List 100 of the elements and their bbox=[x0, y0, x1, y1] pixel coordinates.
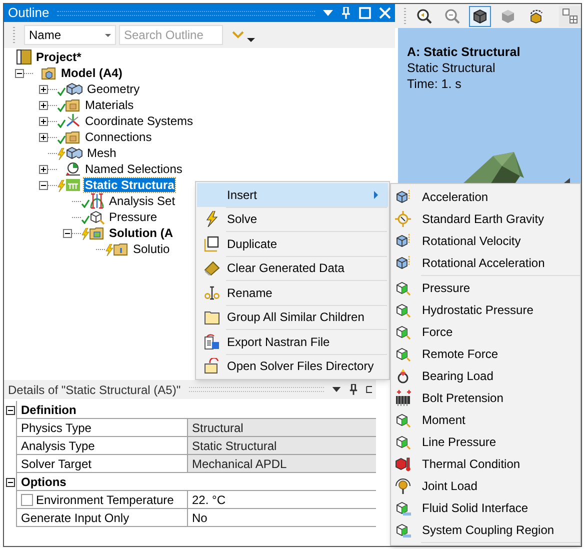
menu-item[interactable]: Group All Similar Children bbox=[197, 306, 388, 329]
selection-icon bbox=[65, 161, 81, 177]
property-label: Generate Input Only bbox=[16, 509, 188, 527]
expand-toggle[interactable] bbox=[39, 116, 48, 126]
tree-item[interactable]: Model (A4) bbox=[60, 66, 124, 80]
rotate-icon bbox=[528, 8, 544, 24]
caret-icon bbox=[105, 34, 111, 36]
cube-icon bbox=[65, 145, 83, 161]
menu-item[interactable]: Thermal Condition bbox=[391, 453, 580, 475]
zoom-in-icon bbox=[416, 8, 432, 24]
cube-icon bbox=[395, 302, 411, 318]
collapse-toggle[interactable] bbox=[39, 180, 48, 190]
tree-item[interactable]: Connections bbox=[84, 130, 153, 144]
submenu-arrow-icon bbox=[374, 190, 378, 199]
search-field[interactable]: Search Outline bbox=[119, 25, 223, 45]
menu-item[interactable]: Joint Load bbox=[391, 475, 580, 497]
menu-item[interactable]: Moment bbox=[391, 409, 580, 431]
panel-title: Details of "Static Structural (A5)" bbox=[8, 382, 181, 398]
lightning-icon bbox=[205, 211, 219, 228]
tree-item[interactable]: Solution (A bbox=[108, 226, 174, 240]
collapse-toggle[interactable] bbox=[63, 228, 72, 238]
eraser-icon bbox=[204, 260, 220, 276]
checkbox[interactable] bbox=[21, 494, 33, 506]
expand-toggle[interactable] bbox=[39, 84, 48, 94]
tree-item[interactable]: Pressure bbox=[108, 210, 158, 224]
folder-icon bbox=[65, 129, 81, 145]
menu-item[interactable]: Duplicate bbox=[197, 232, 388, 256]
arch-icon bbox=[89, 193, 105, 209]
menu-item[interactable]: Bolt Pretension bbox=[391, 387, 580, 409]
collapse-toggle[interactable] bbox=[15, 68, 24, 78]
open-folder-icon bbox=[204, 358, 220, 374]
time-label: Time: 1. s bbox=[407, 76, 462, 92]
analysis-subtitle: Static Structural bbox=[407, 60, 496, 76]
menu-item[interactable]: Remote Force bbox=[391, 343, 580, 365]
toolbar-button[interactable] bbox=[469, 6, 491, 26]
cube-icon bbox=[395, 412, 411, 428]
folder-icon bbox=[41, 65, 57, 81]
folder-icon bbox=[65, 97, 81, 113]
rename-icon bbox=[204, 284, 220, 301]
tree-item[interactable]: Coordinate Systems bbox=[84, 114, 194, 128]
cube-icon bbox=[395, 255, 411, 271]
cube-icon bbox=[500, 8, 516, 24]
menu-item[interactable]: Open Solver Files Directory bbox=[197, 354, 388, 378]
cube-icon bbox=[395, 522, 411, 538]
ring-icon bbox=[395, 368, 411, 384]
menu-item[interactable]: Acceleration bbox=[391, 186, 580, 208]
menu-item[interactable]: Bearing Load bbox=[391, 365, 580, 387]
tree-item[interactable]: Named Selections bbox=[84, 162, 184, 176]
menu-item[interactable]: Rotational Acceleration bbox=[391, 252, 580, 274]
cube-icon bbox=[65, 81, 83, 97]
layout-icon bbox=[562, 8, 578, 24]
analysis-title: A: Static Structural bbox=[407, 44, 520, 60]
menu-item[interactable]: Hydrostatic Pressure bbox=[391, 299, 580, 321]
menu-item[interactable]: Solve bbox=[197, 208, 388, 231]
analysis-icon bbox=[65, 177, 81, 193]
folder-icon bbox=[204, 309, 220, 326]
cube-icon bbox=[472, 8, 488, 24]
maximize-icon[interactable] bbox=[366, 384, 372, 395]
bolt-icon bbox=[395, 390, 413, 406]
expand-toggle[interactable] bbox=[39, 164, 48, 174]
tree-item[interactable]: Geometry bbox=[86, 82, 141, 96]
grip-icon[interactable] bbox=[403, 8, 407, 24]
menu-item[interactable]: Force bbox=[391, 321, 580, 343]
tree-item[interactable]: Materials bbox=[84, 98, 135, 112]
menu-item[interactable]: Clear Generated Data bbox=[197, 256, 388, 280]
close-icon[interactable] bbox=[379, 7, 391, 19]
thermal-icon bbox=[395, 456, 411, 472]
cube-icon bbox=[395, 233, 411, 249]
menu-item[interactable]: Rename bbox=[197, 281, 388, 304]
expand-toggle[interactable] bbox=[39, 132, 48, 142]
menu-item[interactable]: Line Pressure bbox=[391, 431, 580, 453]
menu-item[interactable]: Fluid Solid Interface bbox=[391, 497, 580, 519]
menu-item[interactable]: Insert bbox=[197, 183, 388, 206]
section-header: Definition bbox=[16, 401, 376, 419]
folder-icon bbox=[89, 225, 105, 241]
tree-item[interactable]: Mesh bbox=[86, 146, 118, 160]
dropdown-icon[interactable] bbox=[247, 38, 255, 42]
tree-item[interactable]: Analysis Set bbox=[108, 194, 176, 208]
export-icon bbox=[204, 334, 220, 350]
tree-item[interactable]: Solutio bbox=[132, 242, 171, 256]
cube-icon bbox=[89, 209, 105, 225]
menu-item[interactable]: System Coupling Region bbox=[391, 519, 580, 541]
section-header: Options bbox=[16, 473, 376, 491]
cube-icon bbox=[395, 324, 411, 340]
menu-item[interactable]: Rotational Velocity bbox=[391, 230, 580, 252]
cube-icon bbox=[395, 189, 411, 205]
dropdown-icon[interactable] bbox=[332, 387, 341, 392]
cube-icon bbox=[395, 434, 411, 450]
menu-item[interactable]: Export Nastran File bbox=[197, 330, 388, 354]
menu-item[interactable]: Pressure bbox=[391, 277, 580, 299]
menu-item[interactable]: Standard Earth Gravity bbox=[391, 208, 580, 230]
expand-toggle[interactable] bbox=[39, 100, 48, 110]
grip-icon[interactable] bbox=[12, 27, 16, 43]
sort-dropdown[interactable]: Name bbox=[24, 25, 116, 45]
tree-item[interactable]: Project* bbox=[35, 50, 82, 64]
duplicate-icon bbox=[204, 236, 220, 252]
tree-item[interactable]: Static Structura bbox=[84, 178, 176, 192]
zoom-out-icon bbox=[444, 8, 460, 24]
pin-icon[interactable] bbox=[349, 384, 358, 395]
folder-icon bbox=[113, 241, 129, 257]
